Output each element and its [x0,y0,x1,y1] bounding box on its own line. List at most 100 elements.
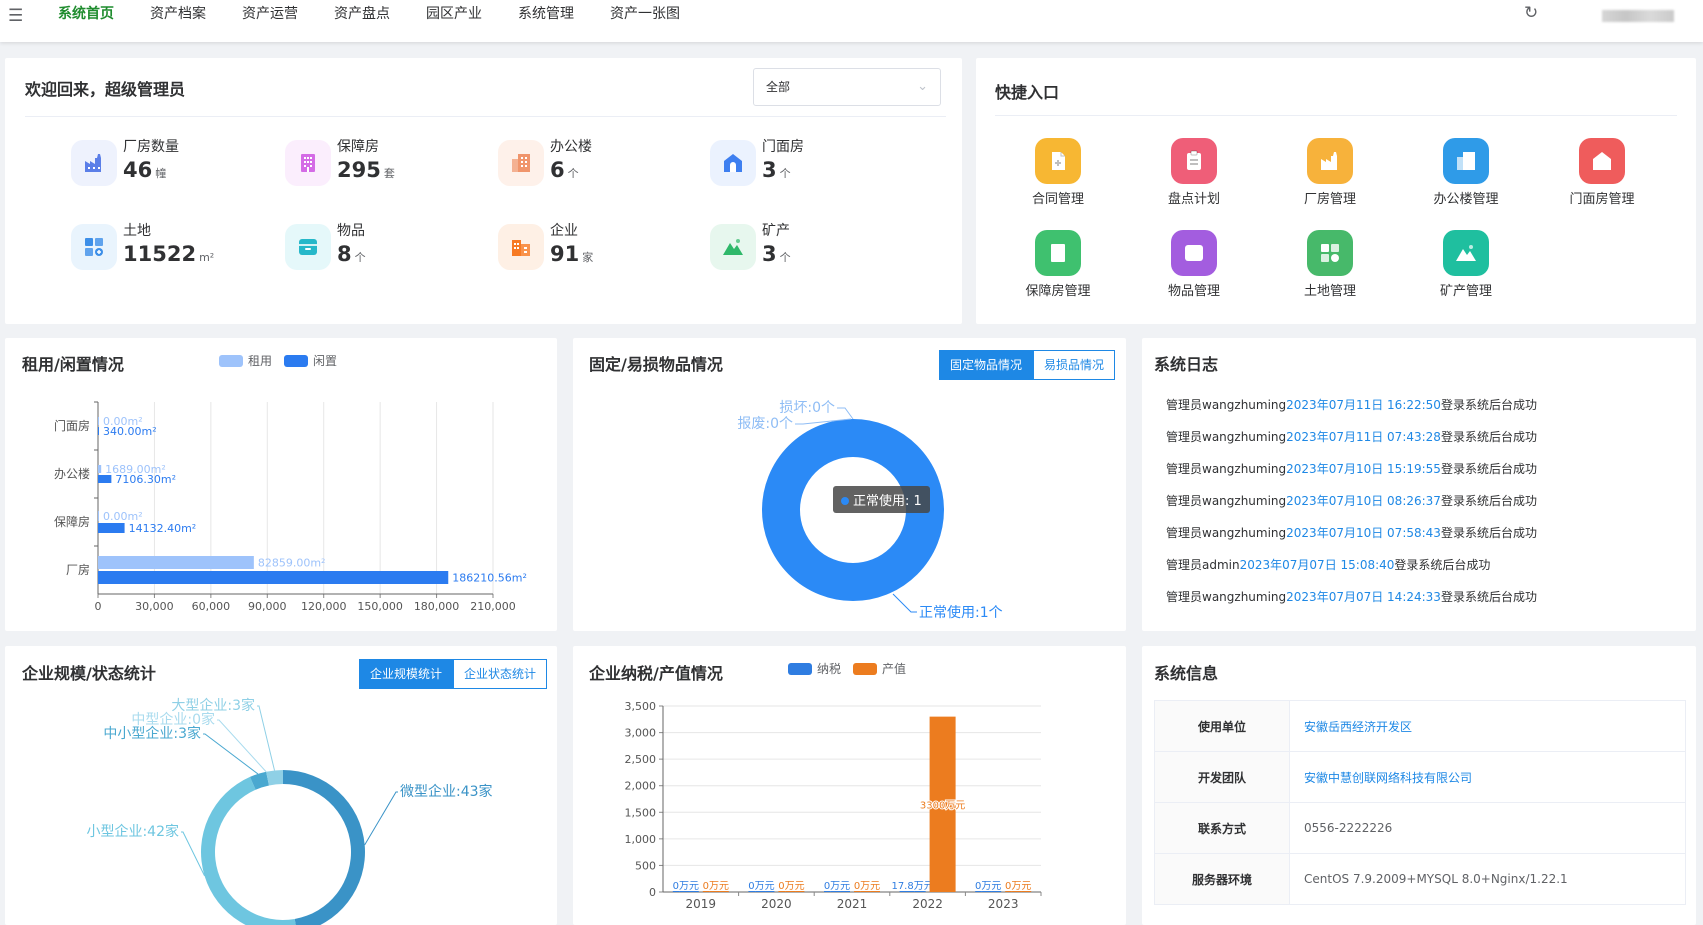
x-tick-label: 180,000 [414,600,460,613]
log-action: 登录系统后台成功 [1440,526,1537,540]
quick-entry-label: 办公楼管理 [1433,192,1499,207]
stat-value-line: 46 幢 [123,156,179,188]
log-timestamp: 2023年07月10日 15:19:55 [1286,462,1441,476]
x-tick-label: 2023 [988,897,1019,911]
tax-card: 企业纳税/产值情况 纳税 产值 0 500 1,000 1,500 2,000 2,500… [573,646,1126,925]
building-icon [1051,244,1065,262]
welcome-card: 欢迎回来，超级管理员 全部 ⌄ 厂房数量 46 幢保障房 295 套办公楼 6 个门面房 3 个… [5,58,962,324]
quick-entry-item[interactable]: 办公楼管理 [1406,138,1526,207]
nav-park-industry[interactable]: 园区产业 [426,0,482,28]
quick-entry-item[interactable]: 土地管理 [1270,230,1390,299]
refresh-icon[interactable]: ↻ [1524,3,1538,23]
log-entry: 管理员wangzhuming2023年07月07日 14:24:33登录系统后台… [1166,588,1537,605]
stat-value: 8 [337,242,352,266]
stat-text: 矿产 3 个 [762,222,791,272]
factory-icon [85,154,101,172]
quick-entry-label: 土地管理 [1303,284,1356,299]
quick-entry-item[interactable]: 矿产管理 [1406,230,1526,299]
stat-value-line: 8个 [337,240,366,272]
scope-select[interactable]: 全部 ⌄ [753,68,941,106]
scale-title: 企业规模/状态统计 [22,664,156,683]
tab-enterprise-scale[interactable]: 企业规模统计 [359,659,454,689]
tab-fixed-items[interactable]: 固定物品情况 [939,350,1034,380]
info-value: CentOS 7.9.2009+MYSQL 8.0+Nginx/1.22.1 [1289,853,1686,905]
user-avatar-blurred[interactable] [1602,10,1674,22]
nav-asset-map[interactable]: 资产一张图 [610,0,680,28]
label-leader [837,407,854,420]
tax-title: 企业纳税/产值情况 [589,664,723,683]
log-action: 登录系统后台成功 [1440,398,1537,412]
y-tick-label: 3,500 [625,700,657,713]
log-actor: 管理员wangzhuming [1166,462,1287,476]
stat-label: 办公楼 [550,139,592,155]
stat-item: 门面房 3 个 [710,138,804,188]
nav-asset-operation[interactable]: 资产运营 [242,0,298,28]
bar-data-label: 0万元 [673,881,699,892]
stat-item: 物品 8 个 [285,222,366,272]
stat-label: 企业 [550,223,578,239]
stat-label: 土地 [123,223,151,239]
x-tick-label: 210,000 [470,600,516,613]
info-value-link[interactable]: 安徽岳西经济开发区 [1289,700,1686,752]
stat-text: 办公楼 6 个 [550,138,592,188]
label-leader [892,593,917,613]
nav-asset-inventory[interactable]: 资产盘点 [334,0,390,28]
log-action: 登录系统后台成功 [1394,558,1491,572]
x-tick-label: 2021 [837,897,868,911]
legend-item-idle[interactable]: 闲置 [284,352,337,369]
stat-icon-box [710,140,756,186]
stat-label: 矿产 [762,223,790,239]
quick-entry-item[interactable]: 合同管理 [998,138,1118,207]
fixed-items-card: 固定/易损物品情况 固定物品情况 易损品情况 正常使用:1个 损坏:0个 报废:0个… [573,338,1126,631]
stat-value-line: 295 套 [337,156,395,188]
legend-item-output[interactable]: 产值 [853,660,906,677]
enterprise-icon [512,240,530,256]
nav-system-management[interactable]: 系统管理 [518,0,574,28]
log-action: 登录系统后台成功 [1440,590,1537,604]
shop-icon [724,154,742,172]
legend-item-tax[interactable]: 纳税 [788,660,841,677]
y-tick-label: 2,500 [625,753,657,766]
quick-entry-item[interactable]: 门面房管理 [1542,138,1662,207]
stat-text: 门面房 3 个 [762,138,804,188]
legend-item-rented[interactable]: 租用 [219,352,272,369]
factory-icon [1321,152,1337,170]
bar-data-label: 0万元 [748,881,774,892]
tab-enterprise-status[interactable]: 企业状态统计 [453,659,548,689]
stat-text: 企业 91 家 [550,222,593,272]
nav-home[interactable]: 系统首页 [58,0,114,28]
quick-entry-label: 盘点计划 [1167,192,1220,207]
log-actor: 管理员wangzhuming [1166,494,1287,508]
y-tick-label: 1,000 [625,833,657,846]
stat-item: 土地 11522 m² [71,222,214,272]
quick-entry-icon-box [1307,230,1353,276]
tab-consumable-items[interactable]: 易损品情况 [1033,350,1116,380]
stat-icon-box [285,140,331,186]
stat-label: 物品 [337,223,365,239]
legend-label-output: 产值 [882,662,907,676]
menu-toggle-icon[interactable]: ☰ [8,6,23,26]
donut-slice [266,770,283,786]
info-value-link[interactable]: 安徽中慧创联网络科技有限公司 [1289,751,1686,803]
quick-entry-item[interactable]: 保障房管理 [998,230,1118,299]
stat-unit: 个 [779,167,791,180]
bar-data-label: 0万元 [778,881,804,892]
quick-entry-item[interactable]: 盘点计划 [1134,138,1254,207]
info-row: 开发团队 安徽中慧创联网络科技有限公司 [1154,751,1686,803]
nav-asset-archive[interactable]: 资产档案 [150,0,206,28]
bar-data-label: 3300万元 [920,800,965,811]
top-navbar: ☰ 系统首页 资产档案 资产运营 资产盘点 园区产业 系统管理 资产一张图 ↻ [0,0,1703,42]
quick-entry-item[interactable]: 厂房管理 [1270,138,1390,207]
log-entry: 管理员wangzhuming2023年07月10日 15:19:55登录系统后台… [1166,460,1537,477]
log-entry: 管理员wangzhuming2023年07月11日 16:22:50登录系统后台… [1166,396,1537,413]
welcome-title: 欢迎回来，超级管理员 [25,80,186,99]
info-row: 使用单位 安徽岳西经济开发区 [1154,700,1686,752]
stat-icon-box [285,224,331,270]
rent-legend: 租用 闲置 [219,352,349,369]
quick-entry-item[interactable]: 物品管理 [1134,230,1254,299]
shop-icon [1593,152,1611,170]
system-info-table: 使用单位 安徽岳西经济开发区 开发团队 安徽中慧创联网络科技有限公司 联系方式 055… [1154,700,1686,905]
stat-item: 厂房数量 46 幢 [71,138,179,188]
scope-select-value: 全部 [766,80,791,94]
bar-rented [98,465,102,473]
